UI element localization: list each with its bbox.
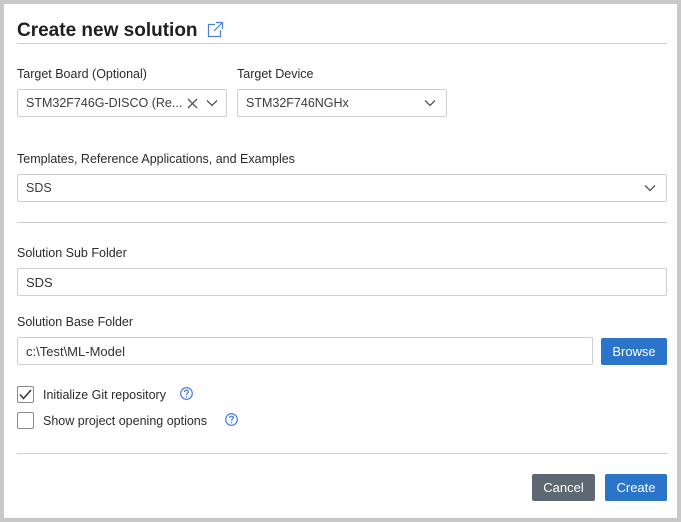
base-folder-value: c:\Test\ML-Model	[26, 343, 125, 359]
help-icon[interactable]	[225, 413, 238, 426]
create-button[interactable]: Create	[605, 474, 667, 501]
git-checkbox[interactable]	[17, 386, 34, 403]
checkmark-icon	[19, 389, 32, 400]
browse-button[interactable]: Browse	[601, 338, 667, 365]
target-board-label: Target Board (Optional)	[17, 67, 147, 81]
templates-value: SDS	[26, 181, 52, 195]
help-icon[interactable]	[180, 387, 193, 400]
dialog-title: Create new solution	[17, 20, 198, 41]
footer-divider	[17, 453, 667, 454]
title-divider	[17, 43, 667, 44]
chevron-down-icon	[424, 100, 436, 107]
base-folder-label: Solution Base Folder	[17, 315, 134, 329]
target-board-select[interactable]: STM32F746G-DISCO (Re...	[17, 89, 227, 117]
project-opening-label: Show project opening options	[43, 414, 208, 428]
external-link-icon[interactable]	[207, 21, 224, 38]
base-folder-input[interactable]: c:\Test\ML-Model	[17, 337, 593, 365]
sub-folder-label: Solution Sub Folder	[17, 246, 127, 260]
chevron-down-icon	[644, 185, 656, 192]
target-device-value: STM32F746NGHx	[246, 96, 349, 110]
cancel-button[interactable]: Cancel	[532, 474, 595, 501]
git-label: Initialize Git repository	[43, 388, 166, 402]
sub-folder-input[interactable]: SDS	[17, 268, 667, 296]
target-device-label: Target Device	[237, 67, 314, 81]
sub-folder-value: SDS	[26, 274, 53, 290]
section-divider	[17, 222, 667, 223]
project-opening-checkbox[interactable]	[17, 412, 34, 429]
create-solution-dialog: Create new solution Target Board (Option…	[4, 4, 677, 518]
close-icon[interactable]	[187, 98, 198, 109]
templates-label: Templates, Reference Applications, and E…	[17, 152, 295, 166]
target-board-value: STM32F746G-DISCO (Re...	[26, 96, 183, 110]
templates-select[interactable]: SDS	[17, 174, 667, 202]
chevron-down-icon	[206, 100, 218, 107]
target-device-select[interactable]: STM32F746NGHx	[237, 89, 447, 117]
